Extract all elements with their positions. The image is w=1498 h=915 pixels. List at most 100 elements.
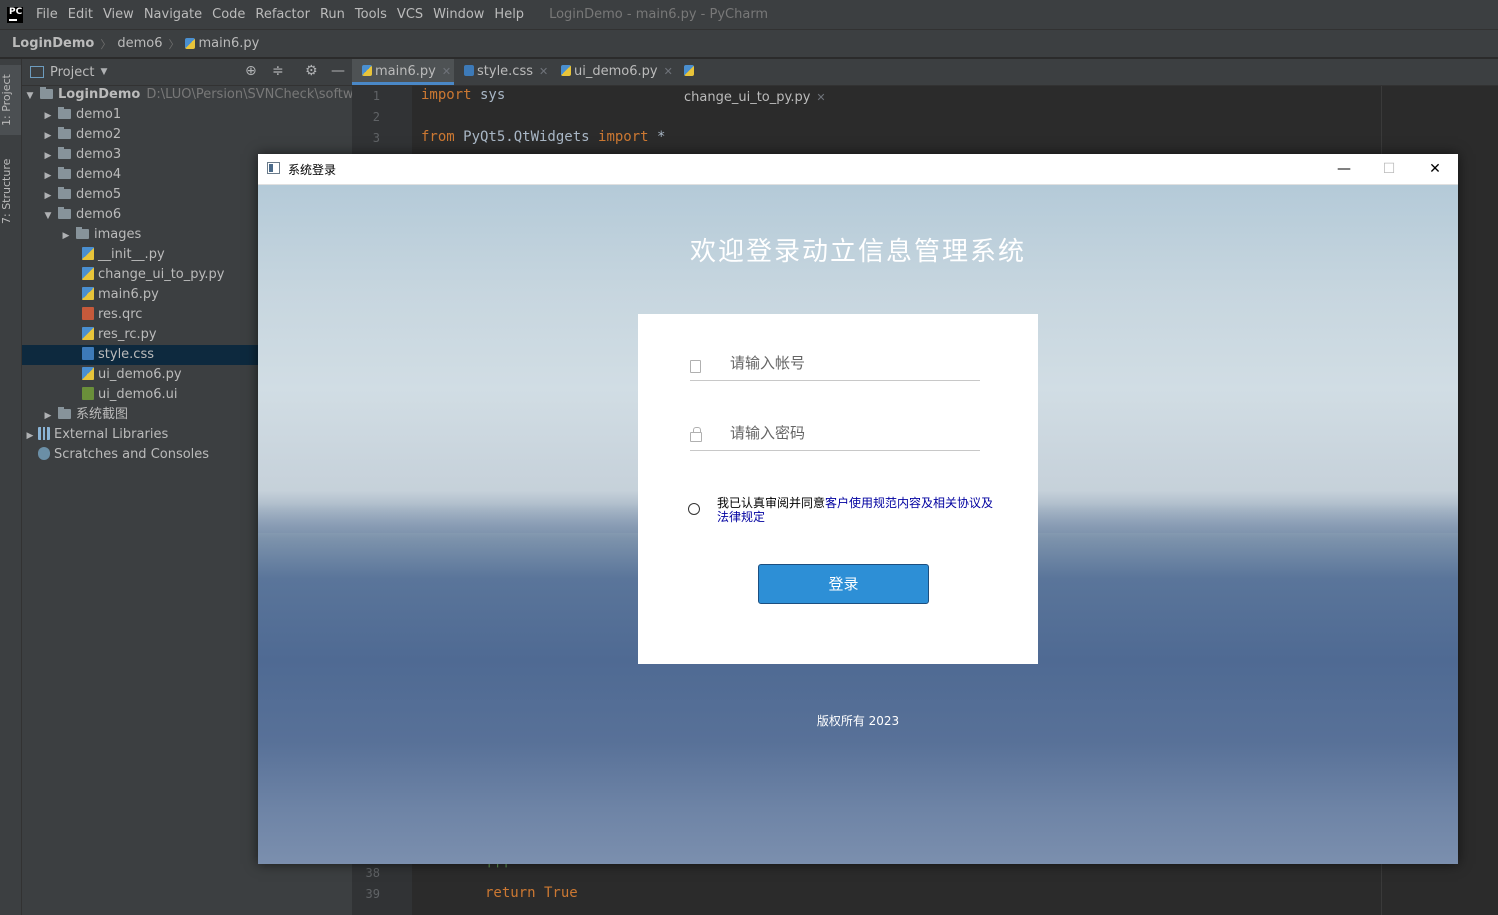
minimize-button[interactable]: — bbox=[1321, 154, 1367, 184]
close-icon[interactable]: ✕ bbox=[442, 65, 451, 78]
tab-label: style.css bbox=[477, 64, 533, 79]
python-file-icon bbox=[82, 267, 94, 280]
menu-navigate[interactable]: Navigate bbox=[139, 7, 207, 22]
close-icon[interactable]: ✕ bbox=[816, 91, 825, 104]
expanded-arrow-icon[interactable]: ▼ bbox=[24, 86, 36, 106]
password-field bbox=[690, 414, 980, 451]
tool-window-strip: 1: Project 7: Structure bbox=[0, 59, 22, 915]
python-file-icon bbox=[82, 247, 94, 260]
maximize-button[interactable]: ☐ bbox=[1366, 154, 1412, 184]
tab-ui-demo6-py[interactable]: ui_demo6.py ✕ bbox=[551, 59, 673, 85]
chevron-down-icon[interactable]: ▼ bbox=[100, 67, 107, 77]
folder-icon bbox=[76, 227, 89, 239]
menu-view[interactable]: View bbox=[98, 7, 139, 22]
breadcrumb-project[interactable]: LoginDemo bbox=[12, 36, 94, 51]
code-line[interactable]: import sys bbox=[421, 87, 505, 103]
tree-item-demo1[interactable]: ▶ demo1 bbox=[22, 105, 372, 125]
login-dialog: 系统登录 — ☐ ✕ 欢迎登录动立信息管理系统 我已认真审阅并同意客户使用规范内… bbox=[258, 154, 1458, 864]
expanded-arrow-icon[interactable]: ▼ bbox=[42, 206, 54, 226]
collapsed-arrow-icon[interactable]: ▶ bbox=[42, 106, 54, 126]
python-file-icon bbox=[82, 367, 94, 380]
python-file-icon bbox=[185, 38, 196, 49]
pycharm-logo-icon: PC bbox=[7, 6, 23, 23]
folder-icon bbox=[40, 87, 53, 99]
breadcrumb-separator-icon: 〉 bbox=[168, 37, 180, 51]
dialog-title: 系统登录 bbox=[288, 163, 337, 177]
close-button[interactable]: ✕ bbox=[1412, 154, 1458, 184]
menu-refactor[interactable]: Refactor bbox=[250, 7, 315, 22]
folder-icon bbox=[58, 127, 71, 139]
lock-icon bbox=[690, 427, 702, 442]
tab-project-tool[interactable]: 1: Project bbox=[0, 65, 21, 135]
tree-label: ui_demo6.py bbox=[98, 367, 182, 382]
code-keyword: import bbox=[421, 87, 472, 103]
collapsed-arrow-icon[interactable]: ▶ bbox=[42, 166, 54, 186]
dialog-titlebar[interactable]: 系统登录 — ☐ ✕ bbox=[258, 154, 1458, 185]
tab-style-css[interactable]: style.css ✕ bbox=[454, 59, 551, 85]
folder-icon bbox=[58, 167, 71, 179]
close-icon[interactable]: ✕ bbox=[664, 65, 673, 78]
code-text: ''' bbox=[485, 862, 511, 878]
collapse-all-icon[interactable]: ≑ bbox=[272, 63, 284, 79]
breadcrumb-folder[interactable]: demo6 bbox=[117, 36, 162, 51]
account-field bbox=[690, 344, 980, 381]
collapsed-arrow-icon[interactable]: ▶ bbox=[42, 126, 54, 146]
menu-file[interactable]: File bbox=[31, 7, 63, 22]
project-view-selector[interactable]: Project bbox=[50, 65, 94, 80]
tree-item-demo2[interactable]: ▶ demo2 bbox=[22, 125, 372, 145]
agree-radio[interactable] bbox=[688, 503, 700, 515]
menu-bar: PC File Edit View Navigate Code Refactor… bbox=[0, 0, 1498, 30]
line-number: 2 bbox=[372, 110, 380, 124]
collapsed-arrow-icon[interactable]: ▶ bbox=[42, 406, 54, 426]
menu-help[interactable]: Help bbox=[489, 7, 529, 22]
css-file-icon bbox=[82, 347, 94, 360]
library-icon bbox=[38, 427, 50, 440]
python-file-icon bbox=[82, 287, 94, 300]
line-number: 3 bbox=[372, 131, 380, 145]
collapsed-arrow-icon[interactable]: ▶ bbox=[60, 226, 72, 246]
tree-path: D:\LUO\Persion\SVNCheck\software\ bbox=[146, 87, 379, 102]
code-line[interactable]: ''' bbox=[485, 862, 510, 878]
tab-change-ui-to-py[interactable]: change_ui_to_py.py ✕ bbox=[674, 59, 834, 105]
line-number: 1 bbox=[372, 89, 380, 103]
welcome-heading: 欢迎登录动立信息管理系统 bbox=[689, 237, 1026, 267]
account-input[interactable] bbox=[728, 350, 972, 376]
window-icon bbox=[267, 162, 280, 174]
gear-icon[interactable]: ⚙ bbox=[305, 63, 318, 79]
collapsed-arrow-icon[interactable]: ▶ bbox=[42, 146, 54, 166]
password-input[interactable] bbox=[728, 420, 972, 446]
tab-label: ui_demo6.py bbox=[574, 64, 658, 79]
tab-main6-py[interactable]: main6.py ✕ bbox=[352, 59, 454, 85]
collapsed-arrow-icon[interactable]: ▶ bbox=[24, 426, 36, 446]
tree-label: __init__.py bbox=[98, 247, 165, 262]
code-line[interactable]: return True bbox=[485, 885, 578, 901]
tab-label: main6.py bbox=[375, 64, 436, 79]
menu-edit[interactable]: Edit bbox=[63, 7, 98, 22]
window-title: LoginDemo - main6.py - PyCharm bbox=[549, 7, 769, 22]
close-icon[interactable]: ✕ bbox=[539, 65, 548, 78]
menu-run[interactable]: Run bbox=[315, 7, 350, 22]
tree-root[interactable]: ▼ LoginDemo D:\LUO\Persion\SVNCheck\softwa… bbox=[22, 85, 379, 106]
tree-label: res.qrc bbox=[98, 307, 143, 322]
tab-label: change_ui_to_py.py bbox=[684, 90, 811, 105]
code-line[interactable]: from PyQt5.QtWidgets import * bbox=[421, 129, 665, 145]
tree-label: res_rc.py bbox=[98, 327, 157, 342]
menu-tools[interactable]: Tools bbox=[350, 7, 392, 22]
menu-window[interactable]: Window bbox=[428, 7, 489, 22]
project-panel-header: Project ▼ ⊕ ≑ ⚙ — bbox=[22, 59, 352, 86]
tree-label: demo1 bbox=[76, 107, 122, 122]
code-keyword: from bbox=[421, 129, 455, 145]
tree-label: images bbox=[94, 227, 142, 242]
menu-vcs[interactable]: VCS bbox=[392, 7, 428, 22]
tree-label: ui_demo6.ui bbox=[98, 387, 178, 402]
folder-icon bbox=[58, 187, 71, 199]
tab-structure-tool[interactable]: 7: Structure bbox=[0, 151, 21, 231]
agree-label: 我已认真审阅并同意客户使用规范内容及相关协议及法律规定 bbox=[717, 496, 1002, 524]
login-button[interactable]: 登录 bbox=[758, 564, 929, 604]
menu-code[interactable]: Code bbox=[207, 7, 250, 22]
collapsed-arrow-icon[interactable]: ▶ bbox=[42, 186, 54, 206]
minimize-panel-icon[interactable]: — bbox=[331, 63, 345, 79]
breadcrumb-file[interactable]: main6.py bbox=[198, 36, 259, 51]
locate-icon[interactable]: ⊕ bbox=[245, 63, 257, 79]
folder-icon bbox=[58, 407, 71, 419]
